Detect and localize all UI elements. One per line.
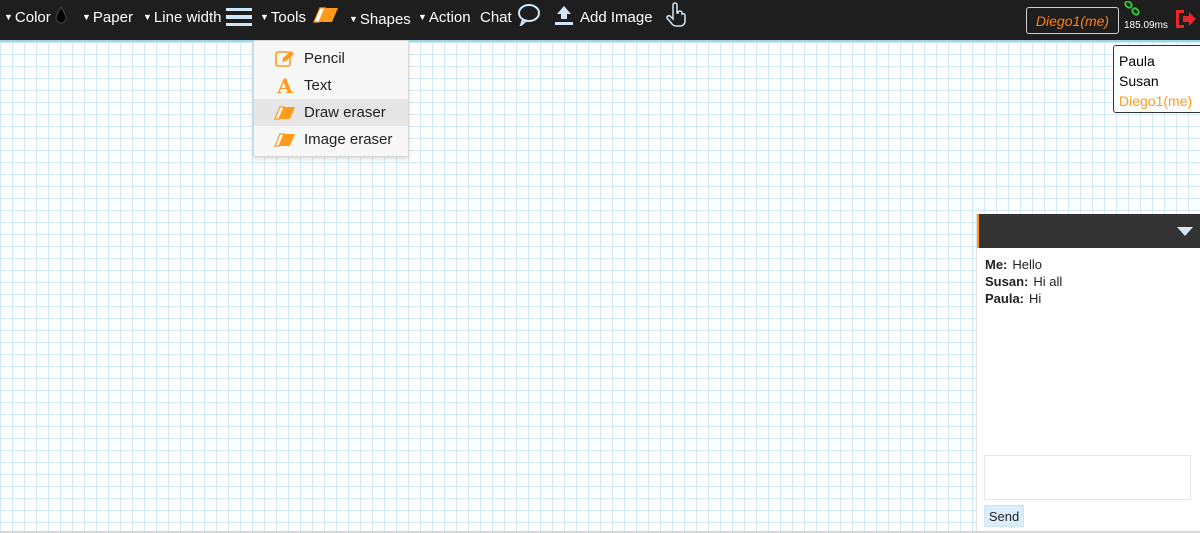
color-label: Color bbox=[14, 8, 51, 26]
chevron-down-icon[interactable] bbox=[1177, 227, 1193, 236]
chat-input[interactable] bbox=[984, 455, 1191, 500]
user-list-item[interactable]: Paula bbox=[1119, 51, 1200, 71]
chat-messages: Me: Hello Susan: Hi all Paula: Hi bbox=[985, 256, 1062, 307]
caret-down-icon: ▼ bbox=[4, 12, 13, 22]
chat-text: Hello bbox=[1012, 257, 1043, 272]
tools-label: Tools bbox=[270, 8, 306, 26]
caret-down-icon: ▼ bbox=[349, 14, 358, 24]
chat-text: Hi all bbox=[1033, 274, 1063, 289]
user-list-item-me[interactable]: Diego1(me) bbox=[1119, 91, 1200, 111]
paper-label: Paper bbox=[92, 8, 133, 26]
pointer-hand-button[interactable] bbox=[665, 0, 687, 34]
logout-icon[interactable] bbox=[1174, 8, 1198, 35]
line-width-label: Line width bbox=[153, 8, 222, 26]
chat-sender: Susan: bbox=[985, 274, 1029, 289]
latency-readout: 185.09ms bbox=[1124, 20, 1168, 31]
chat-panel: Me: Hello Susan: Hi all Paula: Hi Send bbox=[976, 214, 1200, 531]
add-image-button[interactable]: Add Image bbox=[554, 0, 653, 34]
chat-sender: Paula: bbox=[985, 291, 1025, 306]
current-user-name: Diego1(me) bbox=[1035, 12, 1110, 29]
line-width-menu-button[interactable]: ▼ Line width bbox=[143, 0, 253, 34]
shapes-label: Shapes bbox=[359, 10, 411, 28]
chat-sender: Me: bbox=[985, 257, 1008, 272]
tools-menu-item-pencil[interactable]: Pencil bbox=[254, 45, 408, 72]
eraser-icon bbox=[274, 132, 296, 147]
color-drop-icon bbox=[55, 6, 67, 28]
tools-menu-item-image-eraser[interactable]: Image eraser bbox=[254, 126, 408, 153]
tools-menu-item-label: Image eraser bbox=[304, 131, 393, 148]
chat-button[interactable]: Chat bbox=[480, 0, 541, 34]
tools-menu-item-label: Draw eraser bbox=[304, 104, 386, 121]
caret-down-icon: ▼ bbox=[143, 12, 152, 22]
paper-menu-button[interactable]: ▼ Paper bbox=[82, 0, 133, 34]
chat-text: Hi bbox=[1029, 291, 1042, 306]
upload-icon bbox=[554, 4, 574, 30]
text-icon: A bbox=[277, 73, 293, 98]
action-label: Action bbox=[428, 8, 471, 26]
action-menu-button[interactable]: ▼ Action bbox=[418, 0, 471, 34]
current-user-badge[interactable]: Diego1(me) bbox=[1026, 7, 1119, 34]
tools-dropdown-menu: Pencil A Text Draw eraser Image eraser bbox=[253, 40, 409, 157]
chat-message: Paula: Hi bbox=[985, 290, 1062, 307]
tools-menu-button[interactable]: ▼ Tools bbox=[260, 0, 340, 34]
eraser-icon bbox=[312, 6, 340, 28]
chat-message: Susan: Hi all bbox=[985, 273, 1062, 290]
caret-down-icon: ▼ bbox=[418, 12, 427, 22]
toolbar: ▼ Color ▼ Paper ▼ Line width ▼ Tools ▼ S… bbox=[0, 0, 1200, 40]
tools-menu-item-draw-eraser[interactable]: Draw eraser bbox=[254, 99, 408, 126]
send-button[interactable]: Send bbox=[984, 505, 1024, 527]
caret-down-icon: ▼ bbox=[82, 12, 91, 22]
eraser-icon bbox=[274, 105, 296, 120]
chat-header bbox=[977, 214, 1200, 248]
chat-label: Chat bbox=[480, 8, 512, 26]
user-list-item[interactable]: Susan bbox=[1119, 71, 1200, 91]
caret-down-icon: ▼ bbox=[260, 12, 269, 22]
pencil-icon bbox=[274, 50, 296, 68]
add-image-label: Add Image bbox=[580, 8, 653, 26]
chat-message: Me: Hello bbox=[985, 256, 1062, 273]
tools-menu-item-label: Text bbox=[304, 77, 332, 94]
color-menu-button[interactable]: ▼ Color bbox=[4, 0, 67, 34]
tools-menu-item-text[interactable]: A Text bbox=[254, 72, 408, 99]
connection-link-icon bbox=[1124, 0, 1140, 22]
line-width-icon bbox=[226, 8, 253, 26]
shapes-menu-button[interactable]: ▼ Shapes bbox=[349, 2, 411, 36]
tools-menu-item-label: Pencil bbox=[304, 50, 345, 67]
chat-bubble-icon bbox=[517, 4, 541, 30]
pointer-hand-icon bbox=[665, 2, 687, 32]
users-list: Paula Susan Diego1(me) bbox=[1113, 45, 1200, 113]
